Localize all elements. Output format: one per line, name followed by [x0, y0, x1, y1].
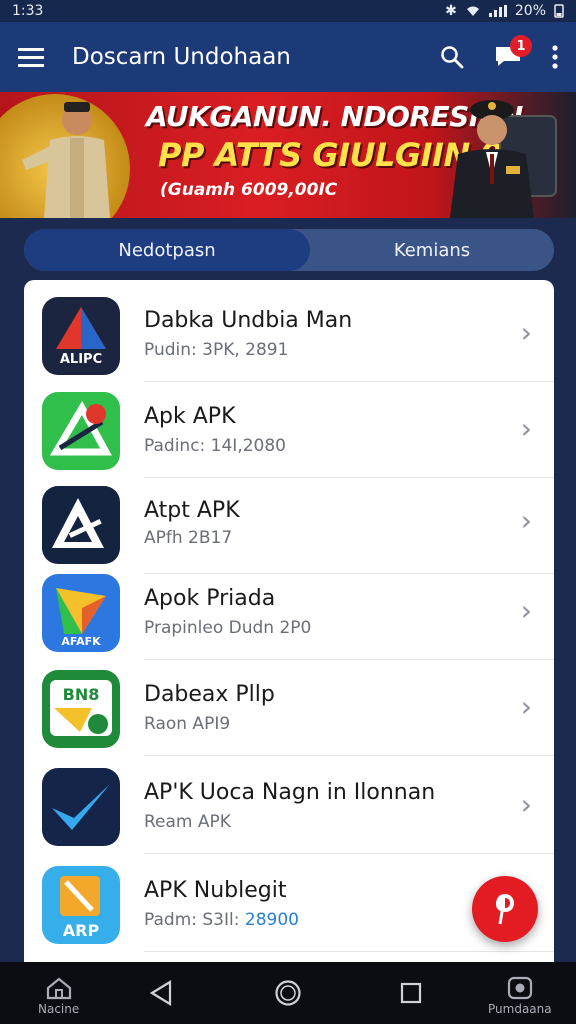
notifications-button[interactable]: 1 [494, 35, 532, 71]
list-item[interactable]: ALIPC Dabka Undbia Man Pudin: 3PK, 2891 … [24, 286, 554, 382]
app-name: AP'K Uoca Nagn in Ilonnan [144, 780, 436, 805]
app-meta: Pudin: 3PK, 2891 [144, 340, 289, 360]
nav-home-label: Nacine [38, 1002, 80, 1016]
battery-percent: 20% [514, 3, 546, 19]
chevron-right-icon: › [520, 504, 532, 537]
promo-banner[interactable]: AUKGANUN. NDORESIAN PP ATTS GIULGIIN 9K … [0, 92, 576, 218]
pinterest-fab-button[interactable] [472, 876, 538, 942]
divider [144, 853, 554, 854]
status-time: 1:33 [12, 3, 44, 19]
app-logo-icon [42, 486, 120, 564]
status-icons: ✱ 20% [445, 3, 564, 19]
bluetooth-icon: ✱ [445, 3, 457, 19]
svg-text:ALIPC: ALIPC [60, 352, 102, 367]
app-logo-icon: ARP [42, 866, 120, 944]
search-icon[interactable] [440, 45, 464, 69]
app-name: Dabeax Pllp [144, 682, 275, 707]
chevron-right-icon: › [520, 788, 532, 821]
svg-text:ARP: ARP [63, 921, 100, 940]
navigation-bar: Nacine Pumdaana [0, 962, 576, 1024]
tab-second[interactable]: Kemians [310, 229, 554, 271]
banner-caption: (Guamh 6009,00IC [160, 180, 338, 200]
status-bar: 1:33 ✱ 20% [0, 0, 576, 22]
app-name: Apk APK [144, 404, 236, 429]
tab-first[interactable]: Nedotpasn [24, 229, 310, 271]
svg-text:BN8: BN8 [63, 685, 100, 704]
app-name: Dabka Undbia Man [144, 308, 353, 333]
app-list: ALIPC Dabka Undbia Man Pudin: 3PK, 2891 … [24, 280, 554, 980]
app-meta: Padm: S3Il: 28900 [144, 910, 299, 930]
list-item[interactable]: BN8 Dabeax Pllp Raon API9 › [24, 660, 554, 756]
list-item[interactable]: Atpt APK APfh 2B17 › [24, 478, 554, 574]
person-left-illustration [22, 102, 110, 218]
menu-icon[interactable] [18, 47, 44, 67]
svg-text:AFAFK: AFAFK [61, 635, 101, 648]
chevron-right-icon: › [520, 316, 532, 349]
chevron-right-icon: › [520, 594, 532, 627]
app-logo-icon [42, 392, 120, 470]
app-logo-icon: BN8 [42, 670, 120, 748]
list-item[interactable]: AP'K Uoca Nagn in Ilonnan Ream APK › [24, 758, 554, 854]
app-meta: Padinc: 14I,2080 [144, 436, 286, 456]
app-meta: Prapinleo Dudn 2P0 [144, 618, 312, 638]
app-name: APK Nublegit [144, 878, 287, 903]
segment-tabs: Nedotpasn Kemians [24, 229, 554, 271]
more-vert-icon[interactable] [552, 45, 558, 69]
pin-icon [496, 894, 514, 925]
app-bar: Doscarn Undohaan 1 [0, 22, 576, 92]
battery-icon [554, 4, 564, 18]
recents-icon[interactable] [400, 982, 422, 1004]
app-logo-icon: ALIPC [42, 297, 120, 375]
signal-icon [488, 5, 507, 17]
back-icon[interactable] [150, 980, 174, 1006]
app-name: Atpt APK [144, 498, 240, 523]
divider [144, 755, 554, 756]
chevron-right-icon: › [520, 412, 532, 445]
list-item[interactable]: Apk APK Padinc: 14I,2080 › [24, 382, 554, 478]
list-item[interactable]: AFAFK Apok Priada Prapinleo Dudn 2P0 › [24, 564, 554, 660]
notification-badge: 1 [510, 35, 532, 57]
app-meta: APfh 2B17 [144, 528, 233, 548]
home-circle-icon[interactable] [274, 979, 302, 1007]
app-name: Apok Priada [144, 586, 276, 611]
nav-home[interactable]: Nacine [38, 976, 79, 1016]
camera-icon [507, 976, 532, 1000]
home-icon [46, 977, 71, 1000]
person-right-illustration [450, 100, 557, 218]
app-bar-actions: 1 [440, 35, 558, 71]
page-title: Doscarn Undohaan [72, 44, 291, 70]
app-logo-icon [42, 768, 120, 846]
nav-right[interactable]: Pumdaana [488, 976, 552, 1016]
app-logo-icon: AFAFK [42, 574, 120, 652]
app-meta: Raon API9 [144, 714, 231, 734]
divider [144, 951, 554, 952]
chevron-right-icon: › [520, 690, 532, 723]
nav-right-label: Pumdaana [488, 1002, 552, 1016]
app-meta: Ream APK [144, 812, 231, 832]
wifi-icon [466, 6, 479, 16]
